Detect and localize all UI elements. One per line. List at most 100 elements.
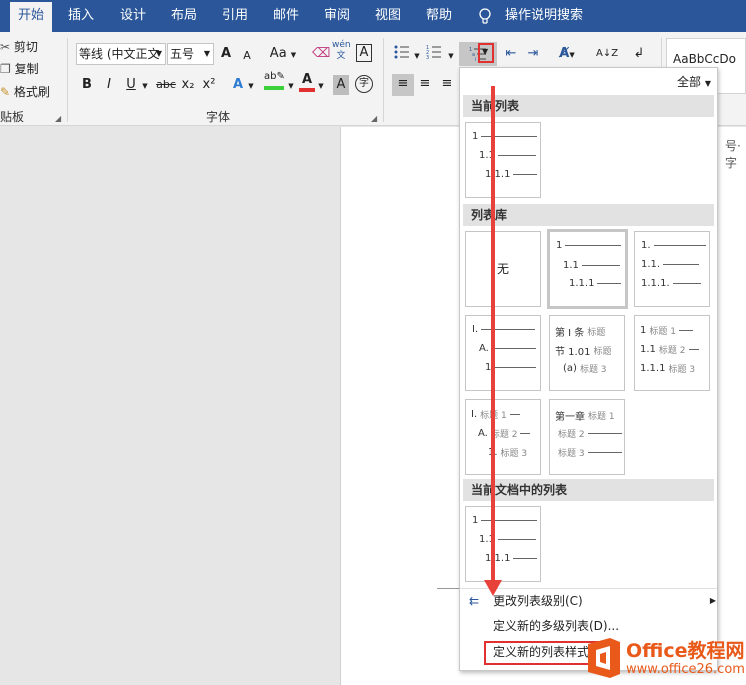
asian-layout-icon: A̸ — [559, 46, 570, 61]
office-logo-icon — [588, 638, 620, 678]
font-group-label: 字体 — [206, 110, 231, 124]
superscript-button[interactable]: x² — [201, 75, 217, 95]
chinese-layout-button[interactable]: A̸▼ — [554, 44, 580, 64]
tab-references[interactable]: 引用 — [218, 0, 252, 32]
chevron-down-icon[interactable]: ▼ — [246, 76, 256, 96]
clipboard-launcher-icon[interactable]: ◢ — [55, 114, 61, 123]
svg-text:i: i — [475, 57, 476, 62]
tell-me-search[interactable]: 操作说明搜索 — [501, 0, 587, 32]
chevron-down-icon[interactable]: ▼ — [286, 76, 296, 96]
character-shading-button[interactable]: A — [333, 75, 349, 95]
none-label: 无 — [496, 262, 509, 276]
indent-icon: ⇥ — [527, 46, 539, 61]
character-border-button[interactable]: A — [356, 44, 372, 62]
copy-icon: ❐ — [0, 62, 11, 76]
list-thumb-roman[interactable]: I. A. 1 — [465, 315, 541, 391]
gallery-filter-dropdown[interactable]: 全部 ▼ — [677, 73, 711, 90]
list-level: 第一章 标题 1 — [555, 412, 615, 423]
phonetic-guide-button[interactable]: wén 文 — [332, 40, 351, 64]
bold-button[interactable]: B — [80, 75, 94, 95]
show-marks-button[interactable]: ↲ — [630, 44, 648, 64]
tab-home[interactable]: 开始 — [10, 2, 52, 32]
list-thumb-dotted[interactable]: 1. 1.1. 1.1.1. — [634, 231, 710, 307]
section-list-library: 列表库 — [463, 204, 714, 226]
decrease-indent-button[interactable]: ⇤ — [502, 44, 520, 64]
multilevel-dropdown-highlight[interactable]: ▼ — [478, 43, 494, 63]
list-thumb-chapter[interactable]: 第一章 标题 1 标题 2 标题 3 — [549, 399, 625, 475]
annotation-arrow-line — [491, 86, 495, 586]
svg-text:3: 3 — [426, 55, 429, 60]
tab-mailings[interactable]: 邮件 — [269, 0, 303, 32]
list-thumb-numeric[interactable]: 1 1.1 1.1.1 — [547, 229, 628, 309]
tab-insert[interactable]: 插入 — [64, 0, 98, 32]
list-level: 1.1.1 — [569, 278, 622, 289]
align-left-icon: ≡ — [397, 76, 409, 91]
list-thumb-current[interactable]: 1 1.1 1.1.1 — [465, 122, 541, 198]
strikethrough-button[interactable]: abc — [155, 75, 177, 95]
section-lists-in-document: 当前文档中的列表 — [463, 479, 714, 501]
ribbon-tab-bar: 开始 插入 设计 布局 引用 邮件 审阅 视图 帮助 操作说明搜索 — [0, 0, 746, 32]
chevron-down-icon: ▼ — [155, 49, 162, 58]
tab-review[interactable]: 审阅 — [320, 0, 354, 32]
numbering-button[interactable]: 123 — [424, 44, 444, 64]
copy-button[interactable]: ❐ 复制 — [0, 59, 39, 79]
chevron-down-icon[interactable]: ▼ — [140, 76, 150, 96]
tab-design[interactable]: 设计 — [116, 0, 150, 32]
align-center-button[interactable]: ≡ — [416, 74, 434, 94]
tab-view[interactable]: 视图 — [371, 0, 405, 32]
list-thumb-article[interactable]: 第 Ⅰ 条标题 节 1.01 标题 (a) 标题 3 — [549, 315, 625, 391]
font-launcher-icon[interactable]: ◢ — [371, 114, 377, 123]
chevron-down-icon[interactable]: ▼ — [412, 46, 422, 66]
list-level: 1.1. — [641, 259, 700, 270]
chevron-down-icon[interactable]: ▼ — [316, 76, 326, 96]
grow-font-button[interactable]: A — [218, 44, 234, 64]
sort-az-icon: A↓Z — [596, 48, 619, 59]
align-right-icon: ≡ — [441, 76, 453, 91]
tab-help[interactable]: 帮助 — [422, 0, 456, 32]
cut-button[interactable]: ✂ 剪切 — [0, 37, 38, 57]
bullets-button[interactable] — [392, 44, 412, 64]
list-level: I. — [472, 324, 536, 335]
text-effects-button[interactable]: A — [230, 75, 246, 95]
font-size-dropdown[interactable]: 五号 ▼ — [167, 43, 214, 65]
list-level: 1 标题 1 — [640, 324, 693, 337]
enclose-characters-button[interactable]: 字 — [355, 75, 373, 93]
underline-button[interactable]: U — [124, 75, 138, 95]
list-level: I. 标题 1 — [471, 408, 520, 421]
align-right-button[interactable]: ≡ — [438, 74, 456, 94]
change-case-button[interactable]: Aa ▼ — [268, 44, 298, 64]
list-level: 标题 3 — [555, 446, 622, 459]
chevron-down-icon: ▼ — [203, 49, 210, 58]
list-level: 1. — [641, 240, 706, 251]
list-thumb-roman-heading[interactable]: I.标题 1 A.标题 2 1.标题 3 — [465, 399, 541, 475]
list-thumb-none[interactable]: 无 — [465, 231, 541, 307]
chevron-down-icon: ▼ — [290, 51, 297, 59]
align-left-button[interactable]: ≡ — [392, 74, 414, 96]
submenu-arrow-icon: ▶ — [709, 596, 716, 605]
watermark-logo: Office教程网 www.office26.com — [580, 632, 746, 685]
chevron-down-icon[interactable]: ▼ — [446, 46, 456, 66]
list-level: 节 1.01 标题 — [555, 347, 612, 358]
list-thumb-in-document[interactable]: 1 1.1 1.1.1 — [465, 506, 541, 582]
list-level: 1.1 — [563, 260, 620, 271]
font-family-dropdown[interactable]: 等线 (中文正文 ▼ — [76, 43, 166, 65]
outdent-icon: ⇤ — [505, 46, 517, 61]
subscript-button[interactable]: x₂ — [180, 75, 196, 95]
style-normal-preview[interactable]: AaBbCcDo — [673, 52, 736, 66]
clear-format-icon[interactable]: ⌫ — [312, 44, 330, 64]
font-color-button[interactable]: A — [299, 72, 315, 92]
shrink-font-button[interactable]: A — [240, 46, 254, 66]
increase-indent-button[interactable]: ⇥ — [524, 44, 542, 64]
change-level-icon: ⇇ — [469, 594, 480, 608]
sort-button[interactable]: A↓Z — [596, 44, 618, 64]
page-edge-text: 号·字 — [725, 139, 741, 170]
italic-button[interactable]: I — [103, 75, 115, 95]
lightbulb-icon[interactable] — [478, 8, 492, 26]
list-level: 1.1 — [479, 534, 536, 545]
highlight-color-button[interactable]: ab✎ — [264, 70, 285, 90]
tab-layout[interactable]: 布局 — [167, 0, 201, 32]
list-level: (a) 标题 3 — [563, 363, 607, 375]
list-thumb-heading-numbered[interactable]: 1 标题 1 1.1 标题 2 1.1.1 标题 3 — [634, 315, 710, 391]
list-level: 1.1.1. — [641, 278, 701, 289]
format-painter-button[interactable]: ✎ 格式刷 — [0, 82, 50, 102]
